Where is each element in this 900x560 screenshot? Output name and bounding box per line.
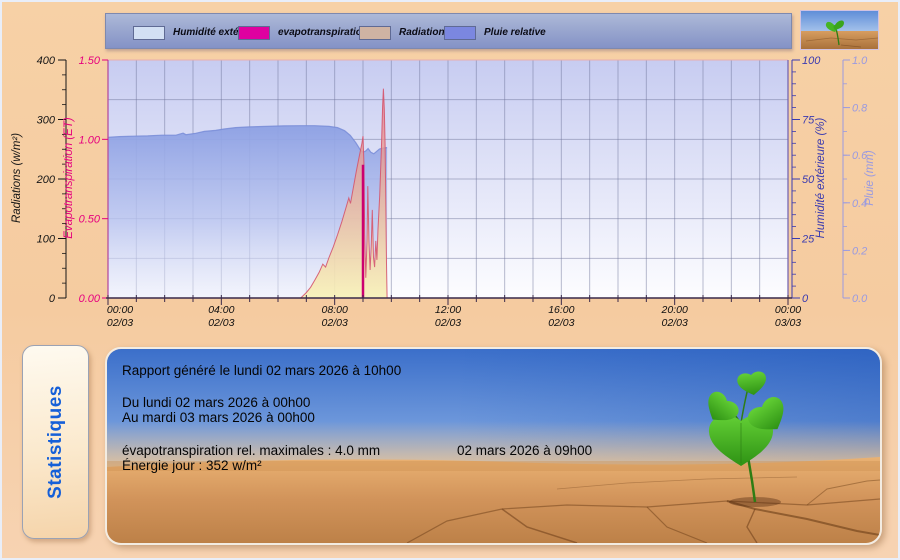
legend-item-radiations[interactable]: Radiations bbox=[359, 24, 450, 40]
x-tick-date: 02/03 bbox=[322, 317, 348, 329]
svg-text:0: 0 bbox=[802, 293, 809, 305]
legend-label: Pluie relative bbox=[484, 27, 546, 39]
svg-text:0.50: 0.50 bbox=[79, 214, 101, 226]
svg-text:50: 50 bbox=[802, 174, 815, 186]
legend-swatch bbox=[444, 25, 476, 40]
legend-bar: Humidité extérieure evapotranspiration Rad… bbox=[105, 13, 792, 49]
plant-thumbnail-image bbox=[800, 10, 879, 50]
x-tick-time: 08:00 bbox=[322, 304, 348, 316]
x-tick-time: 00:00 bbox=[107, 304, 133, 316]
y-axis-et: 1.50 1.00 0.50 0.00 Evapotranspiration (ET) bbox=[63, 55, 108, 305]
period-from-text: Du lundi 02 mars 2026 à 00h00 bbox=[122, 395, 311, 410]
x-tick-time: 20:00 bbox=[661, 304, 688, 316]
y-axis-pluie: 1.00.80.60.40.20.0Pluie (mm) bbox=[842, 55, 876, 305]
svg-text:300: 300 bbox=[37, 115, 56, 127]
statistics-section-button[interactable]: Statistiques bbox=[22, 345, 89, 539]
y-axis-title-humidite: Humidité extérieure (%) bbox=[815, 117, 827, 238]
period-to-text: Au mardi 03 mars 2026 à 00h00 bbox=[122, 410, 315, 425]
svg-text:0.00: 0.00 bbox=[79, 293, 101, 305]
svg-text:0.8: 0.8 bbox=[852, 103, 868, 115]
svg-text:0: 0 bbox=[49, 293, 56, 305]
svg-text:1.50: 1.50 bbox=[79, 55, 101, 67]
legend-item-evapotranspiration[interactable]: evapotranspiration bbox=[238, 24, 368, 40]
legend-swatch bbox=[238, 25, 270, 40]
x-axis: 00:0002/0304:0002/0308:0002/0312:0002/03… bbox=[106, 295, 801, 329]
report-generated-text: Rapport généré le lundi 02 mars 2026 à 1… bbox=[122, 363, 402, 378]
et-max-text: évapotranspiration rel. maximales : 4.0 … bbox=[122, 443, 381, 458]
x-tick-time: 04:00 bbox=[208, 304, 234, 316]
y-axis-radiations: 400 300 200 100 0 Radiations (w/m²) bbox=[11, 55, 67, 305]
weather-chart: 4003002001000Radiations (w/m²)1.501.000.… bbox=[11, 55, 876, 329]
y-axis-title-radiations: Radiations (w/m²) bbox=[11, 133, 23, 223]
svg-text:100: 100 bbox=[37, 234, 56, 246]
report-page: 400 300 200 100 0 Radiations (w/m²) 1.50 1.00 0.… bbox=[0, 0, 900, 560]
y-axis-humidite: 100 75 50 25 0 Humidité extérieure (%) bbox=[791, 55, 827, 305]
svg-text:75: 75 bbox=[802, 115, 815, 127]
statistics-panel: Rapport généré le lundi 02 mars 2026 à 1… bbox=[105, 347, 882, 545]
svg-text:400: 400 bbox=[37, 55, 56, 67]
svg-text:200: 200 bbox=[36, 174, 56, 186]
x-tick-date: 02/03 bbox=[662, 317, 688, 329]
x-tick-time: 16:00 bbox=[548, 304, 574, 316]
x-tick-date: 02/03 bbox=[435, 317, 461, 329]
x-tick-time: 00:00 bbox=[775, 304, 801, 316]
legend-swatch bbox=[359, 25, 391, 40]
chart-region: 400 300 200 100 0 Radiations (w/m²) 1.50 1.00 0.… bbox=[0, 0, 900, 345]
statistics-section-label: Statistiques bbox=[44, 385, 66, 499]
svg-text:1.00: 1.00 bbox=[79, 134, 101, 146]
x-tick-date: 03/03 bbox=[775, 317, 801, 329]
y-axis-title-pluie: Pluie (mm) bbox=[864, 150, 876, 206]
y-axis-title-et: Evapotranspiration (ET) bbox=[63, 117, 75, 239]
svg-text:0.2: 0.2 bbox=[852, 245, 867, 257]
legend-label: Radiations bbox=[399, 27, 451, 39]
legend-swatch bbox=[133, 25, 165, 40]
plant-thumbnail-art bbox=[801, 11, 879, 49]
legend-label: evapotranspiration bbox=[278, 27, 369, 39]
x-tick-date: 02/03 bbox=[107, 317, 133, 329]
svg-text:1.0: 1.0 bbox=[852, 55, 868, 67]
et-max-time-text: 02 mars 2026 à 09h00 bbox=[457, 443, 593, 458]
x-tick-date: 02/03 bbox=[208, 317, 234, 329]
svg-text:100: 100 bbox=[802, 55, 821, 67]
x-tick-time: 12:00 bbox=[435, 304, 461, 316]
svg-text:0.0: 0.0 bbox=[852, 293, 868, 305]
energy-day-text: Énergie jour : 352 w/m² bbox=[122, 458, 262, 473]
x-tick-date: 02/03 bbox=[548, 317, 574, 329]
legend-item-pluie-relative[interactable]: Pluie relative bbox=[444, 24, 546, 40]
svg-text:25: 25 bbox=[801, 234, 815, 246]
